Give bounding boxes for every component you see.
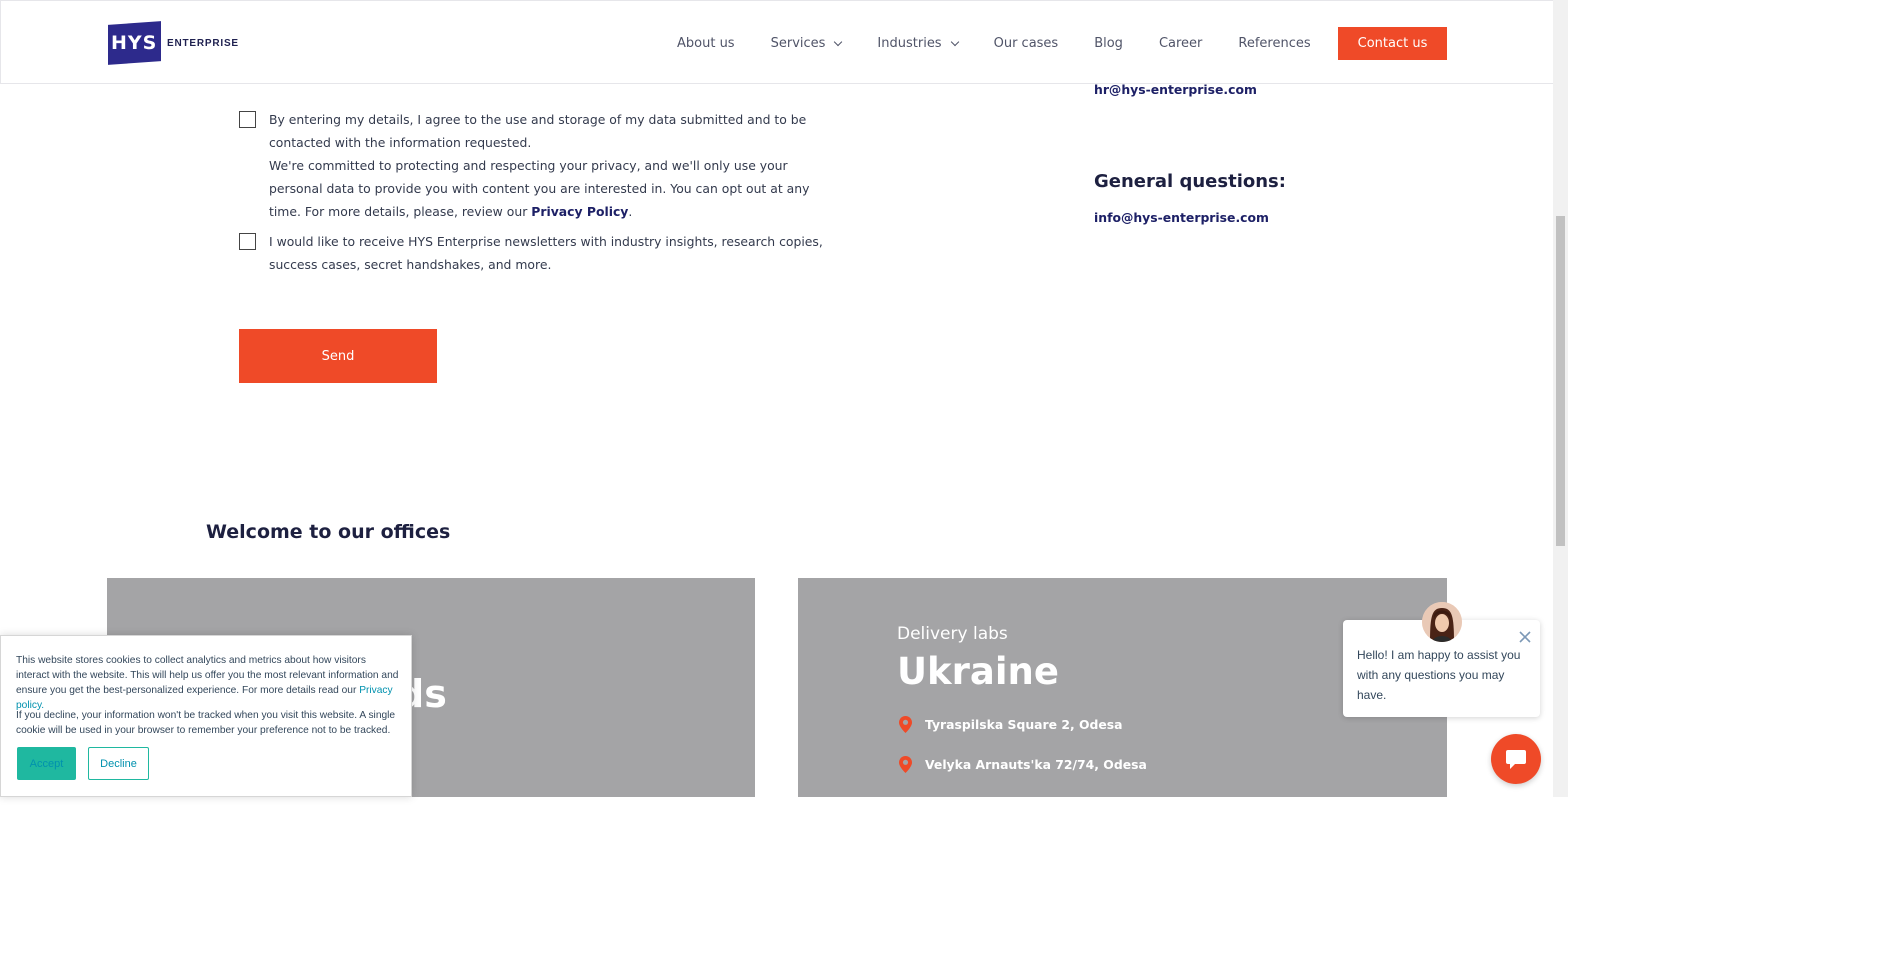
nav-our-cases[interactable]: Our cases [976,36,1077,51]
consent-checkbox[interactable] [239,111,256,128]
cookie-text-2: If you decline, your information won't b… [16,710,396,736]
nav-references[interactable]: References [1220,36,1328,51]
avatar-icon [1422,602,1462,642]
nav-industries[interactable]: Industries [859,36,975,51]
office-address-text: Velyka Arnauts'ka 72/74, Odesa [925,757,1147,772]
contact-us-button[interactable]: Contact us [1338,27,1447,60]
newsletter-text: I would like to receive HYS Enterprise n… [269,234,823,272]
scrollbar-thumb[interactable] [1556,216,1565,546]
chevron-down-icon [834,37,843,47]
nav-career[interactable]: Career [1141,36,1220,51]
close-icon[interactable] [1518,630,1532,644]
office-subtitle: Delivery labs [897,624,1008,644]
cookie-text-1: This website stores cookies to collect a… [16,653,401,713]
consent-text: By entering my details, I agree to the u… [269,112,810,219]
chat-icon [1506,750,1526,769]
office-address-text: Tyraspilska Square 2, Odesa [925,717,1123,732]
offices-title: Welcome to our offices [206,521,451,543]
nav-industries-label: Industries [877,36,942,51]
logo-word: ENTERPRISE [167,37,239,49]
office-address: Velyka Arnauts'ka 72/74, Odesa [899,756,1147,773]
nav-blog[interactable]: Blog [1076,36,1141,51]
consent-row: By entering my details, I agree to the u… [239,108,829,223]
chevron-down-icon [950,37,959,47]
newsletter-row: I would like to receive HYS Enterprise n… [239,230,829,276]
nav-services[interactable]: Services [753,36,860,51]
map-pin-icon [899,716,912,733]
newsletter-checkbox[interactable] [239,233,256,250]
hr-email-link[interactable]: hr@hys-enterprise.com [1094,82,1257,97]
logo-mark: HYS [108,21,161,65]
cookie-banner: This website stores cookies to collect a… [0,635,412,797]
site-header: HYS ENTERPRISE About us Services Industr… [0,0,1553,84]
cookie-accept-button[interactable]: Accept [17,747,76,780]
consent-text-1: By entering my details, I agree to the u… [269,112,807,150]
nav-about-us[interactable]: About us [659,36,753,51]
cookie-text-1-body: This website stores cookies to collect a… [16,655,399,696]
nav-services-label: Services [770,36,826,51]
office-address: Tyraspilska Square 2, Odesa [899,716,1123,733]
info-email-link[interactable]: info@hys-enterprise.com [1094,210,1269,225]
general-questions-title: General questions: [1094,171,1286,192]
page-scrollbar[interactable] [1553,0,1568,797]
chat-launcher-button[interactable] [1491,734,1541,784]
privacy-policy-link[interactable]: Privacy Policy [531,204,628,219]
chat-agent-avatar [1422,602,1462,642]
main-nav: About us Services Industries Our cases B… [659,27,1329,60]
logo-text: HYS [111,32,158,54]
map-pin-icon [899,756,912,773]
chat-message: Hello! I am happy to assist you with any… [1357,648,1521,702]
cookie-decline-button[interactable]: Decline [88,747,149,780]
send-button[interactable]: Send [239,329,437,383]
office-country: Ukraine [897,650,1059,693]
logo[interactable]: HYS ENTERPRISE [108,21,239,65]
